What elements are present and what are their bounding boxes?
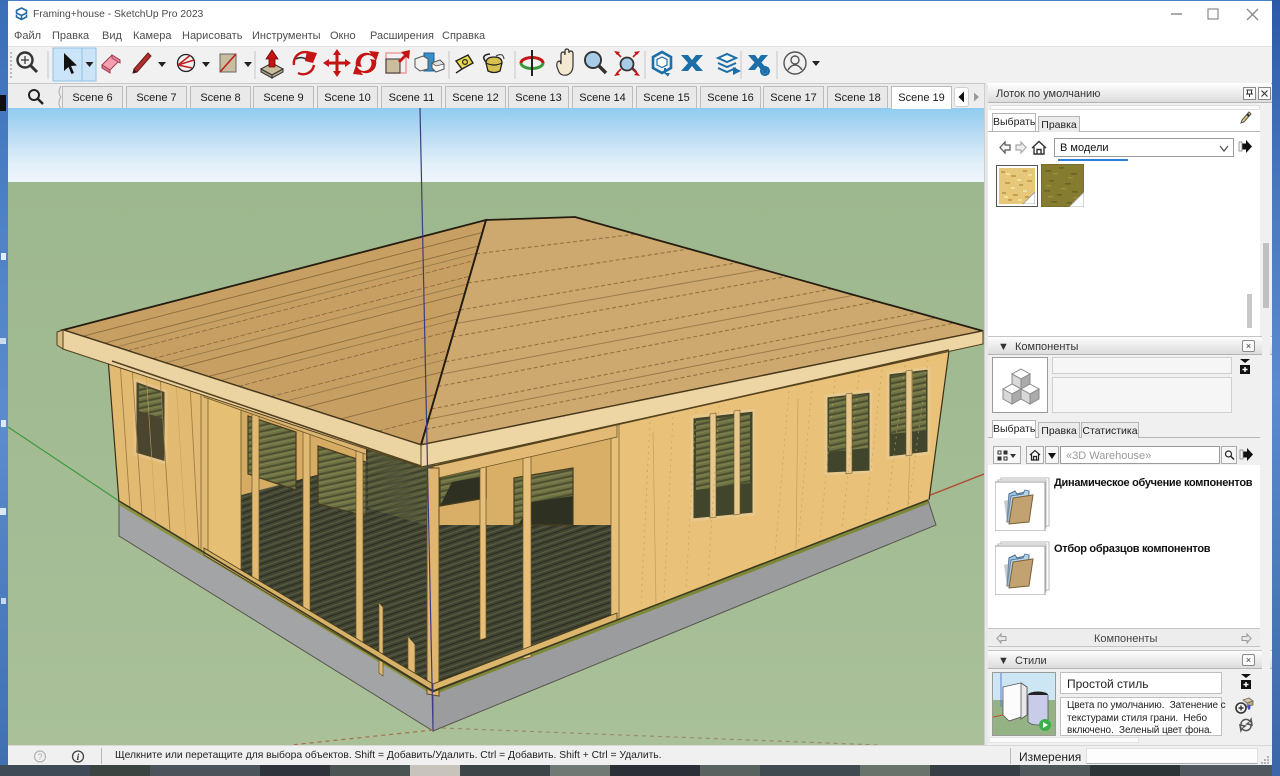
svg-text:?: ? [37,752,42,762]
svg-text:i: i [77,753,80,763]
